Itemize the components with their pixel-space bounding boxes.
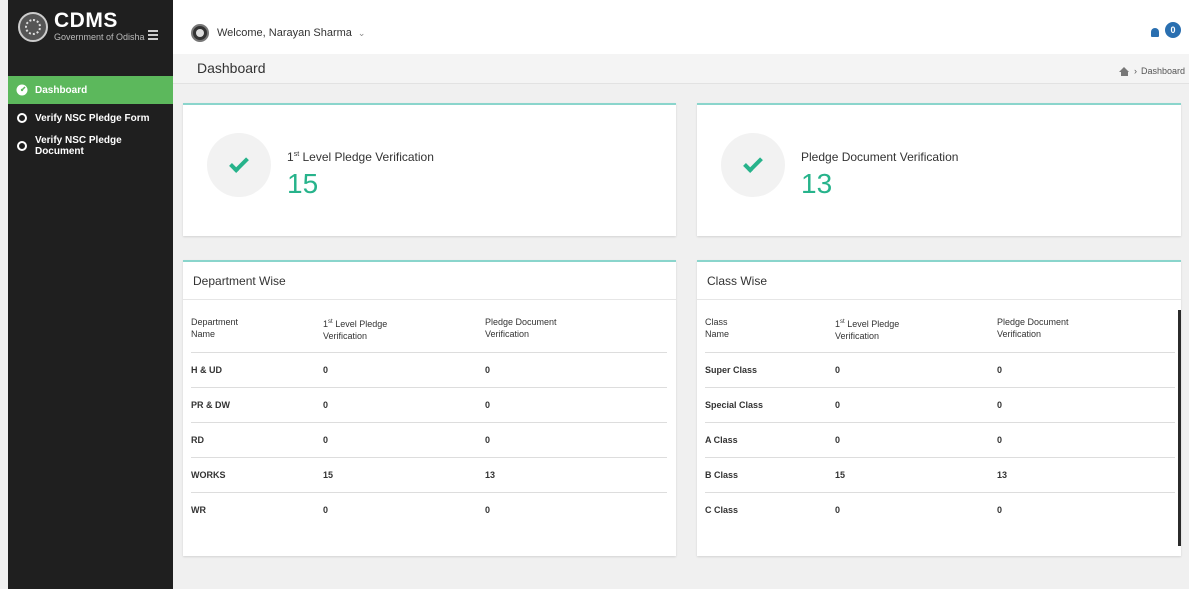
column-header: Pledge Document Verification (997, 317, 1069, 339)
class-wise-card: Class Wise Class Name 1st Level Pledge Ver… (697, 260, 1181, 556)
sidebar-item-verify-nsc-pledge-form[interactable]: Verify NSC Pledge Form (8, 104, 173, 132)
table-row: Super Class 0 0 (705, 352, 1175, 388)
stat-card-first-level: 1st Level Pledge Verification 15 (183, 103, 676, 236)
sidebar-item-label: Verify NSC Pledge Document (34, 135, 122, 157)
sidebar-item-dashboard[interactable]: Dashboard (8, 76, 173, 104)
column-header: 1st Level Pledge Verification (835, 319, 900, 341)
breadcrumb-current: Dashboard (1140, 66, 1185, 76)
sidebar-item-label: Dashboard (35, 84, 88, 96)
sidebar-item-label: Verify NSC Pledge Form (35, 112, 150, 124)
brand-title: CDMS (54, 9, 118, 32)
card-title: Class Wise (697, 262, 1181, 300)
class-table: Class Name 1st Level Pledge Verification P… (705, 316, 1175, 528)
dashboard-icon (16, 84, 28, 96)
odisha-emblem-logo (18, 12, 48, 42)
table-row: B Class 15 13 (705, 457, 1175, 493)
sidebar: CDMS Government of Odisha Dashboard Veri… (8, 0, 173, 589)
check-icon (207, 133, 271, 197)
page-header: Dashboard › Dashboard (173, 54, 1189, 84)
brand-subtitle: Government of Odisha (54, 32, 145, 42)
check-icon (721, 133, 785, 197)
top-bar: Welcome, Narayan Sharma ⌄ 0 (173, 0, 1189, 54)
table-row: RD 0 0 (191, 422, 667, 458)
brand: CDMS Government of Odisha (8, 0, 173, 76)
user-menu[interactable]: Welcome, Narayan Sharma ⌄ (191, 24, 365, 42)
welcome-text: Welcome, Narayan Sharma (217, 27, 352, 39)
table-row: H & UD 0 0 (191, 352, 667, 388)
column-header: Department Name (191, 317, 239, 339)
sidebar-item-verify-nsc-pledge-document[interactable]: Verify NSC Pledge Document (8, 132, 173, 160)
notification-badge[interactable]: 0 (1165, 22, 1181, 38)
column-header: Pledge Document Verification (485, 317, 557, 339)
department-wise-card: Department Wise Department Name 1st Level… (183, 260, 676, 556)
page-title: Dashboard (197, 60, 266, 76)
breadcrumb-separator-icon: › (1133, 66, 1137, 76)
avatar (191, 24, 209, 42)
circle-icon (16, 140, 28, 152)
breadcrumb: › Dashboard (1118, 66, 1185, 76)
stat-card-document: Pledge Document Verification 13 (697, 103, 1181, 236)
chevron-down-icon: ⌄ (357, 27, 366, 38)
home-icon[interactable] (1118, 66, 1130, 76)
column-header: Class Name (705, 317, 730, 339)
table-row: C Class 0 0 (705, 492, 1175, 528)
table-row: WORKS 15 13 (191, 457, 667, 493)
stat-value: 13 (801, 168, 833, 199)
card-title: Department Wise (183, 262, 676, 300)
circle-icon (16, 112, 28, 124)
scrollbar[interactable] (1178, 310, 1181, 546)
table-row: PR & DW 0 0 (191, 387, 667, 423)
table-row: Special Class 0 0 (705, 387, 1175, 423)
stat-value: 15 (287, 168, 319, 199)
stat-label: Pledge Document Verification (801, 150, 959, 164)
menu-toggle-icon[interactable] (148, 30, 158, 40)
department-table: Department Name 1st Level Pledge Verificat… (191, 316, 667, 528)
table-row: WR 0 0 (191, 492, 667, 528)
bell-icon[interactable] (1151, 28, 1159, 37)
column-header: 1st Level Pledge Verification (323, 319, 388, 341)
stat-label: 1st Level Pledge Verification (287, 150, 434, 164)
table-row: A Class 0 0 (705, 422, 1175, 458)
